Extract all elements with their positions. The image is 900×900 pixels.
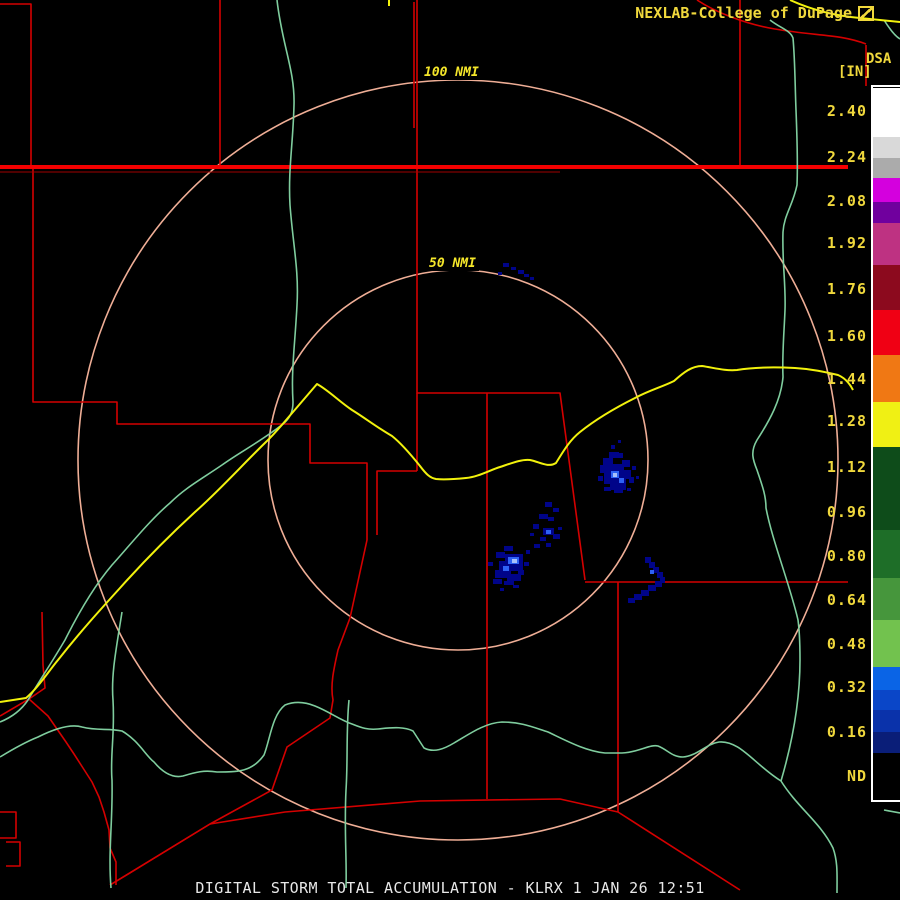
scale-label: 1.44 bbox=[826, 370, 867, 388]
scale-label: 2.24 bbox=[826, 148, 867, 166]
scale-labels: 2.40 2.24 2.08 1.92 1.76 1.60 1.44 1.28 1.12 0.96… bbox=[0, 0, 900, 900]
scale-label: 0.64 bbox=[826, 591, 867, 609]
scale-label: 0.32 bbox=[826, 678, 867, 696]
scale-label: 1.76 bbox=[826, 280, 867, 298]
scale-label: 2.40 bbox=[826, 102, 867, 120]
scale-label: 1.12 bbox=[826, 458, 867, 476]
radar-display: NEXLAB-College of DuPage DSA [IN] 100 NM… bbox=[0, 0, 900, 900]
scale-label: 0.48 bbox=[826, 635, 867, 653]
scale-label: 1.60 bbox=[826, 327, 867, 345]
scale-label: 0.16 bbox=[826, 723, 867, 741]
scale-label: 2.08 bbox=[826, 192, 867, 210]
scale-label: ND bbox=[846, 767, 867, 785]
scale-label: 1.28 bbox=[826, 412, 867, 430]
scale-label: 0.80 bbox=[826, 547, 867, 565]
scale-label: 1.92 bbox=[826, 234, 867, 252]
scale-label: 0.96 bbox=[826, 503, 867, 521]
product-title: DIGITAL STORM TOTAL ACCUMULATION - KLRX … bbox=[195, 879, 705, 897]
